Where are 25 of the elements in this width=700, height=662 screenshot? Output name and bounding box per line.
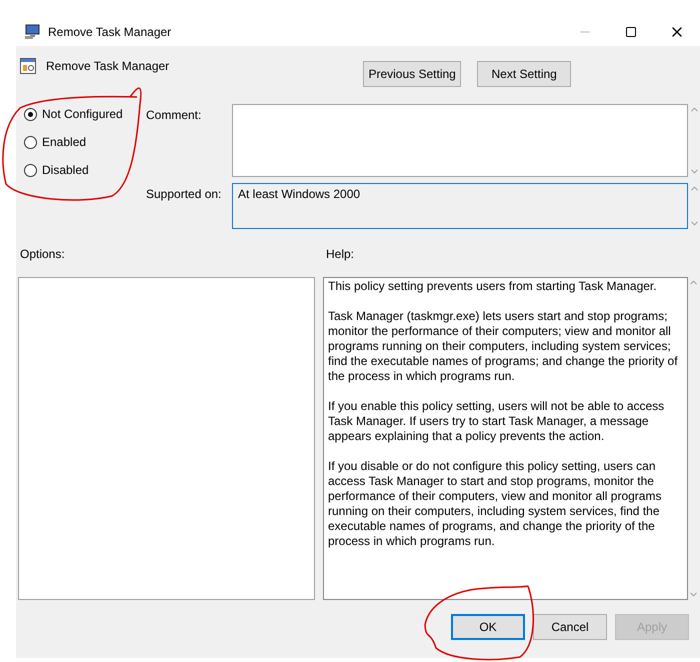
- radio-button[interactable]: [24, 108, 37, 120]
- next-setting-button[interactable]: Next Setting: [477, 61, 572, 87]
- help-paragraph: If you disable or do not configure this policy setting, users can access Task Manager to start and stop programs, monitor the performance of their computers, view and monitor all programs running on their computers, including system services, find the executable names of programs, and change the priority of the process in which programs run.: [328, 459, 662, 549]
- radio-label: Not Configured: [42, 107, 123, 121]
- policy-title: Remove Task Manager: [46, 59, 170, 73]
- comment-field[interactable]: [232, 104, 688, 177]
- help-paragraph: If you enable this policy setting, users will not be able to access Task Manager. If users try to start Task Manager, a message appears explaining that a policy prevents the action.: [328, 399, 666, 444]
- window-title: Remove Task Manager: [48, 25, 172, 39]
- radio-label: Enabled: [42, 135, 86, 149]
- options-label: Options:: [20, 247, 66, 261]
- help-paragraph: Task Manager (taskmgr.exe) lets users start and stop programs; monitor the performance of their computers; view and monitor all programs running on their computers, including system services; find the executable names of programs; and change the priority of the process in which programs run.: [328, 309, 679, 384]
- supported-on-field[interactable]: At least Windows 2000: [232, 183, 688, 229]
- policy-window-icon: [20, 58, 36, 74]
- maximize-icon: [625, 26, 637, 38]
- help-paragraph: This policy setting prevents users from starting Task Manager.: [328, 279, 658, 294]
- supported-on-label: Supported on:: [146, 186, 222, 203]
- previous-setting-button[interactable]: Previous Setting: [363, 61, 462, 87]
- comment-label: Comment:: [146, 107, 202, 124]
- help-label: Help:: [326, 247, 354, 261]
- radio-button[interactable]: [24, 164, 37, 176]
- computer-icon: [24, 24, 40, 40]
- radio-label: Disabled: [42, 163, 89, 177]
- cancel-button[interactable]: Cancel: [533, 614, 607, 640]
- radio-button[interactable]: [24, 136, 37, 148]
- ok-button[interactable]: OK: [451, 614, 525, 640]
